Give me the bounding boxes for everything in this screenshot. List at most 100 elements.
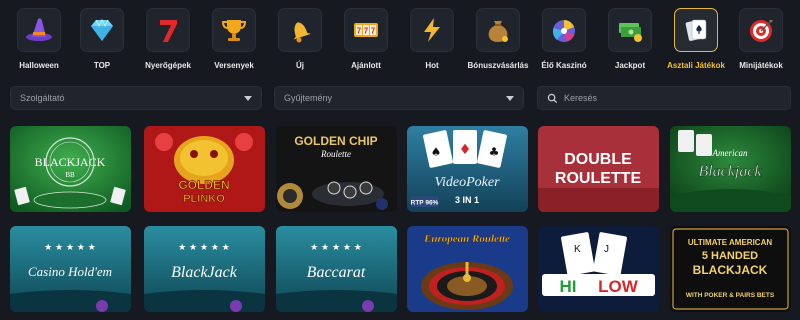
game-title: DOUBLE — [564, 151, 632, 168]
svg-text:★ ★ ★ ★ ★: ★ ★ ★ ★ ★ — [310, 243, 362, 253]
game-title: European Roulette — [423, 233, 510, 245]
svg-text:★ ★ ★ ★ ★: ★ ★ ★ ★ ★ — [44, 243, 96, 253]
category-hot[interactable]: Hot — [399, 8, 465, 78]
game-thumbnail: ★ ★ ★ ★ ★ Casino Hold'em — [10, 226, 131, 312]
category-tile: 7 7 7 — [344, 8, 388, 52]
category-tile — [146, 8, 190, 52]
category-label: Hot — [425, 61, 439, 70]
category-jackpot[interactable]: Jackpot — [597, 8, 663, 78]
game-thumbnail: ♦ ♠ ♣ VideoPoker 3 IN 1 RTP 96% — [407, 126, 528, 212]
game-subtitle: LOW — [598, 277, 639, 296]
category-tile — [410, 8, 454, 52]
game-card-hi-low[interactable]: K J HI LOW — [538, 226, 659, 312]
category-tile — [476, 8, 520, 52]
wheel-icon — [552, 20, 575, 42]
svg-text:★ ★ ★ ★ ★: ★ ★ ★ ★ ★ — [178, 243, 230, 253]
search-input[interactable]: Keresés — [537, 86, 791, 110]
category-label: Asztali Játékok — [667, 61, 725, 70]
category-label: Minijátékok — [739, 61, 783, 70]
game-card-double-roulette[interactable]: DOUBLE ROULETTE — [538, 126, 659, 212]
game-card-blackjack[interactable]: ★ ★ ★ ★ ★ BlackJack — [144, 226, 265, 312]
category-label: Új — [296, 61, 304, 70]
svg-text:7: 7 — [364, 27, 369, 36]
game-card-casino-holdem[interactable]: ★ ★ ★ ★ ★ Casino Hold'em — [10, 226, 131, 312]
game-title: GOLDEN CHIP — [294, 134, 377, 148]
game-card-golden-plinko[interactable]: GOLDEN PLINKO — [144, 126, 265, 212]
game-card-ultimate-american-blackjack[interactable]: ULTIMATE AMERICAN 5 HANDED BLACKJACK WIT… — [670, 226, 791, 312]
game-subtitle: ROULETTE — [555, 170, 642, 187]
category-recommended[interactable]: 7 7 7 Ajánlott — [333, 8, 399, 78]
game-thumbnail: ★ ★ ★ ★ ★ Baccarat — [276, 226, 397, 312]
game-card-american-blackjack[interactable]: American Blackjack — [670, 126, 791, 212]
filter-bar: Szolgáltató Gyűjtemény Keresés — [0, 86, 800, 110]
search-icon — [547, 93, 558, 103]
chevron-down-icon — [244, 96, 252, 101]
witch-hat-icon — [26, 18, 52, 41]
category-tile — [212, 8, 256, 52]
lightning-icon — [424, 18, 440, 42]
svg-text:♣: ♣ — [489, 145, 500, 159]
diamond-icon — [91, 18, 113, 41]
provider-select[interactable]: Szolgáltató — [10, 86, 262, 110]
game-thumbnail: GOLDEN CHIP Roulette — [276, 126, 397, 212]
game-card-european-roulette[interactable]: European Roulette — [407, 226, 528, 312]
game-subtitle: Roulette — [320, 149, 351, 159]
svg-text:K: K — [574, 244, 581, 255]
category-tile — [674, 8, 718, 52]
collection-select-placeholder: Gyűjtemény — [284, 93, 333, 103]
rtp-badge: RTP 96% — [411, 200, 439, 207]
category-tournaments[interactable]: Versenyek — [201, 8, 267, 78]
category-label: Ajánlott — [351, 61, 381, 70]
game-thumbnail: GOLDEN PLINKO — [144, 126, 265, 212]
game-subtitle: 3 IN 1 — [455, 195, 479, 205]
game-thumbnail: ★ ★ ★ ★ ★ BlackJack — [144, 226, 265, 312]
game-card-baccarat[interactable]: ★ ★ ★ ★ ★ Baccarat — [276, 226, 397, 312]
category-label: Jackpot — [614, 61, 646, 70]
game-thumbnail: BLACKJACK BB — [10, 126, 131, 212]
category-slots[interactable]: Nyerőgépek — [135, 8, 201, 78]
category-bonus-buy[interactable]: Bónuszvásárlás — [465, 8, 531, 78]
category-label: Halloween — [19, 61, 59, 70]
game-title: VideoPoker — [434, 175, 500, 190]
game-subtitle: BB — [65, 171, 75, 179]
game-card-blackjack-bb[interactable]: BLACKJACK BB — [10, 126, 131, 212]
bell-icon — [293, 22, 311, 43]
game-title: HI — [560, 277, 577, 296]
game-thumbnail: American Blackjack — [670, 126, 791, 212]
collection-select[interactable]: Gyűjtemény — [274, 86, 524, 110]
category-label: Versenyek — [214, 61, 254, 70]
game-card-video-poker[interactable]: ♦ ♠ ♣ VideoPoker 3 IN 1 RTP 96% — [407, 126, 528, 212]
category-new[interactable]: Új — [267, 8, 333, 78]
games-grid: BLACKJACK BB GOLDEN PLINKO GOLDEN CHIP R… — [10, 126, 800, 320]
chevron-down-icon — [506, 96, 514, 101]
playing-cards-icon — [685, 19, 707, 41]
svg-text:♦: ♦ — [459, 142, 472, 158]
game-title: Baccarat — [307, 264, 366, 281]
target-icon — [750, 20, 773, 42]
cash-stack-icon — [619, 23, 642, 42]
game-title: BLACKJACK — [35, 155, 106, 169]
game-title: American — [712, 148, 748, 158]
category-tile — [542, 8, 586, 52]
provider-select-placeholder: Szolgáltató — [20, 93, 65, 103]
category-tile — [80, 8, 124, 52]
game-subtitle: PLINKO — [183, 193, 225, 205]
money-bag-icon — [488, 21, 508, 42]
game-card-golden-chip-roulette[interactable]: GOLDEN CHIP Roulette — [276, 126, 397, 212]
game-thumbnail: K J HI LOW — [538, 226, 659, 312]
category-mini-games[interactable]: Minijátékok — [728, 8, 794, 78]
trophy-icon — [221, 20, 247, 41]
category-tile — [278, 8, 322, 52]
category-top[interactable]: TOP — [69, 8, 135, 78]
game-title: BlackJack — [171, 264, 238, 281]
game-title: GOLDEN — [178, 178, 229, 192]
category-live-casino[interactable]: Élő Kaszinó — [531, 8, 597, 78]
game-title: ULTIMATE AMERICAN — [688, 238, 773, 247]
category-table-games[interactable]: Asztali Játékok — [663, 8, 729, 78]
game-subtitle: Blackjack — [698, 163, 762, 180]
category-label: Élő Kaszinó — [541, 61, 587, 70]
search-placeholder: Keresés — [564, 93, 598, 103]
category-halloween[interactable]: Halloween — [6, 8, 72, 78]
game-subtitle: 5 HANDED — [702, 250, 758, 262]
svg-text:7: 7 — [371, 27, 376, 36]
